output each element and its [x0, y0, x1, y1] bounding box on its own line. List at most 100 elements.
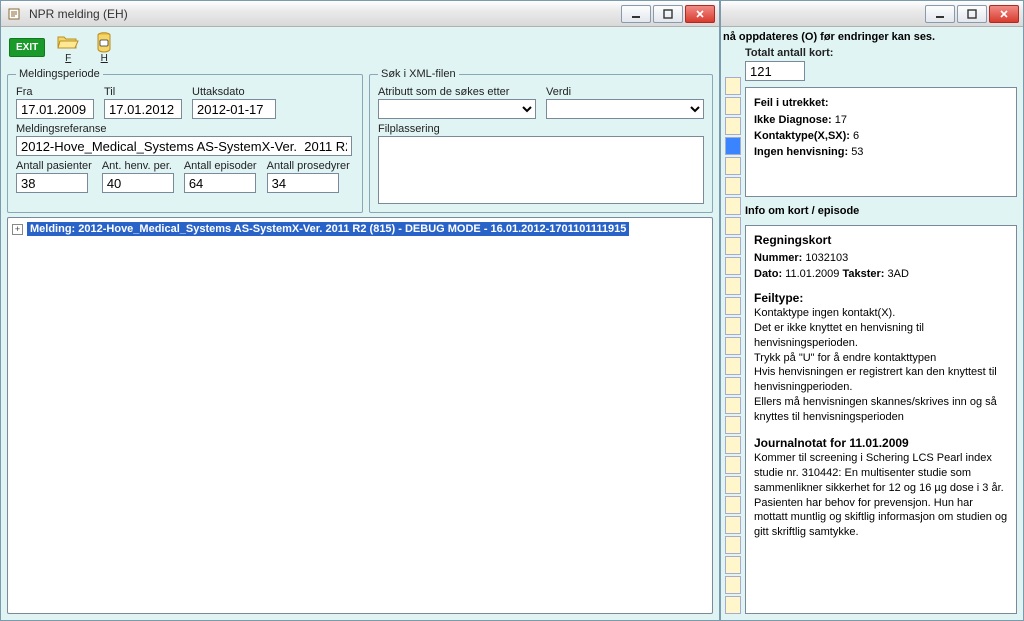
- list-item[interactable]: [725, 217, 741, 235]
- totalt-label: Totalt antall kort:: [745, 47, 1017, 59]
- verdi-select[interactable]: [546, 99, 704, 119]
- ingen-henvisning-value: 53: [851, 146, 863, 158]
- list-item[interactable]: [725, 377, 741, 395]
- toolbar: EXIT F H: [1, 27, 719, 66]
- list-item[interactable]: [725, 397, 741, 415]
- npr-window: NPR melding (EH) EXIT F H: [0, 0, 720, 621]
- sok-group: Søk i XML-filen Atributt som de søkes et…: [369, 68, 713, 213]
- attr-select[interactable]: [378, 99, 536, 119]
- list-item[interactable]: [725, 516, 741, 534]
- kontakttype-value: 6: [853, 130, 859, 142]
- list-item[interactable]: [725, 277, 741, 295]
- antall-pasienter-input[interactable]: [16, 173, 88, 193]
- list-item[interactable]: [725, 157, 741, 175]
- list-item[interactable]: [725, 237, 741, 255]
- jar-icon: [91, 31, 117, 53]
- dato-value: 11.01.2009: [785, 268, 839, 280]
- tree-node-label: Melding: 2012-Hove_Medical_Systems AS-Sy…: [27, 222, 629, 236]
- totalt-input[interactable]: [745, 61, 805, 81]
- meldingsperiode-group: Meldingsperiode Fra Til Uttaksdato: [7, 68, 363, 213]
- minimize-button[interactable]: [621, 5, 651, 23]
- list-item[interactable]: [725, 97, 741, 115]
- list-item[interactable]: [725, 496, 741, 514]
- history-key: H: [101, 53, 108, 64]
- antall-episoder-input[interactable]: [184, 173, 256, 193]
- antall-pasienter-label: Antall pasienter: [16, 160, 92, 172]
- takster-label: Takster:: [842, 268, 884, 280]
- open-file-button[interactable]: F: [55, 31, 81, 64]
- antall-episoder-label: Antall episoder: [184, 160, 257, 172]
- info-box: Regningskort Nummer: 1032103 Dato: 11.01…: [745, 225, 1017, 614]
- list-item[interactable]: [725, 177, 741, 195]
- filplassering-input[interactable]: [378, 136, 704, 204]
- uttak-input[interactable]: [192, 99, 276, 119]
- journal-title: Journalnotat for 11.01.2009: [754, 435, 1008, 451]
- antall-prosedyrer-input[interactable]: [267, 173, 339, 193]
- list-item[interactable]: [725, 576, 741, 594]
- ikke-diagnose-label: Ikke Diagnose:: [754, 114, 832, 126]
- list-item[interactable]: [725, 416, 741, 434]
- detail-window: nå oppdateres (O) før endringer kan ses.: [720, 0, 1024, 621]
- list-item-selected[interactable]: [725, 137, 741, 155]
- list-item[interactable]: [725, 77, 741, 95]
- kontakttype-label: Kontaktype(X,SX):: [754, 130, 850, 142]
- meldingsperiode-legend: Meldingsperiode: [16, 68, 103, 80]
- list-item[interactable]: [725, 556, 741, 574]
- list-item[interactable]: [725, 297, 741, 315]
- verdi-label: Verdi: [546, 86, 704, 98]
- filplassering-label: Filplassering: [378, 123, 704, 135]
- list-item[interactable]: [725, 596, 741, 614]
- maximize-button[interactable]: [653, 5, 683, 23]
- feil-box: Feil i utrekket: Ikke Diagnose: 17 Konta…: [745, 87, 1017, 197]
- open-file-key: F: [65, 53, 71, 64]
- info-title: Info om kort / episode: [745, 205, 1017, 217]
- app-icon: [7, 6, 23, 22]
- expand-icon[interactable]: +: [12, 224, 23, 235]
- close-button-right[interactable]: [989, 5, 1019, 23]
- nummer-value: 1032103: [805, 252, 848, 264]
- maximize-button-right[interactable]: [957, 5, 987, 23]
- list-item[interactable]: [725, 197, 741, 215]
- nummer-label: Nummer:: [754, 252, 802, 264]
- list-item[interactable]: [725, 317, 741, 335]
- attr-label: Atributt som de søkes etter: [378, 86, 536, 98]
- ingen-henvisning-label: Ingen henvisning:: [754, 146, 848, 158]
- ref-label: Meldingsreferanse: [16, 123, 354, 135]
- close-button[interactable]: [685, 5, 715, 23]
- til-label: Til: [104, 86, 182, 98]
- titlebar-left: NPR melding (EH): [1, 1, 719, 27]
- feiltype-text: Kontaktype ingen kontakt(X). Det er ikke…: [754, 306, 1008, 425]
- dato-label: Dato:: [754, 268, 782, 280]
- minimize-button-right[interactable]: [925, 5, 955, 23]
- ant-henv-per-input[interactable]: [102, 173, 174, 193]
- journal-text: Kommer til screening i Schering LCS Pear…: [754, 451, 1008, 540]
- ref-input[interactable]: [16, 136, 352, 156]
- record-strip: [725, 47, 741, 614]
- list-item[interactable]: [725, 117, 741, 135]
- fra-input[interactable]: [16, 99, 94, 119]
- history-button[interactable]: H: [91, 31, 117, 64]
- til-input[interactable]: [104, 99, 182, 119]
- titlebar-right: [721, 1, 1023, 27]
- list-item[interactable]: [725, 456, 741, 474]
- tree-node-root[interactable]: + Melding: 2012-Hove_Medical_Systems AS-…: [12, 222, 708, 236]
- exit-button[interactable]: EXIT: [9, 38, 45, 57]
- list-item[interactable]: [725, 536, 741, 554]
- sok-legend: Søk i XML-filen: [378, 68, 459, 80]
- list-item[interactable]: [725, 337, 741, 355]
- list-item[interactable]: [725, 357, 741, 375]
- list-item[interactable]: [725, 436, 741, 454]
- feiltype-title: Feiltype:: [754, 290, 1008, 306]
- list-item[interactable]: [725, 257, 741, 275]
- window-title: NPR melding (EH): [29, 7, 128, 21]
- folder-open-icon: [55, 31, 81, 53]
- regningskort-title: Regningskort: [754, 232, 1008, 248]
- list-item[interactable]: [725, 476, 741, 494]
- feil-title: Feil i utrekket:: [754, 96, 1008, 111]
- fra-label: Fra: [16, 86, 94, 98]
- ikke-diagnose-value: 17: [835, 114, 847, 126]
- ant-henv-per-label: Ant. henv. per.: [102, 160, 174, 172]
- takster-value: 3AD: [888, 268, 909, 280]
- update-status: nå oppdateres (O) før endringer kan ses.: [721, 27, 1023, 43]
- tree-pane[interactable]: + Melding: 2012-Hove_Medical_Systems AS-…: [7, 217, 713, 614]
